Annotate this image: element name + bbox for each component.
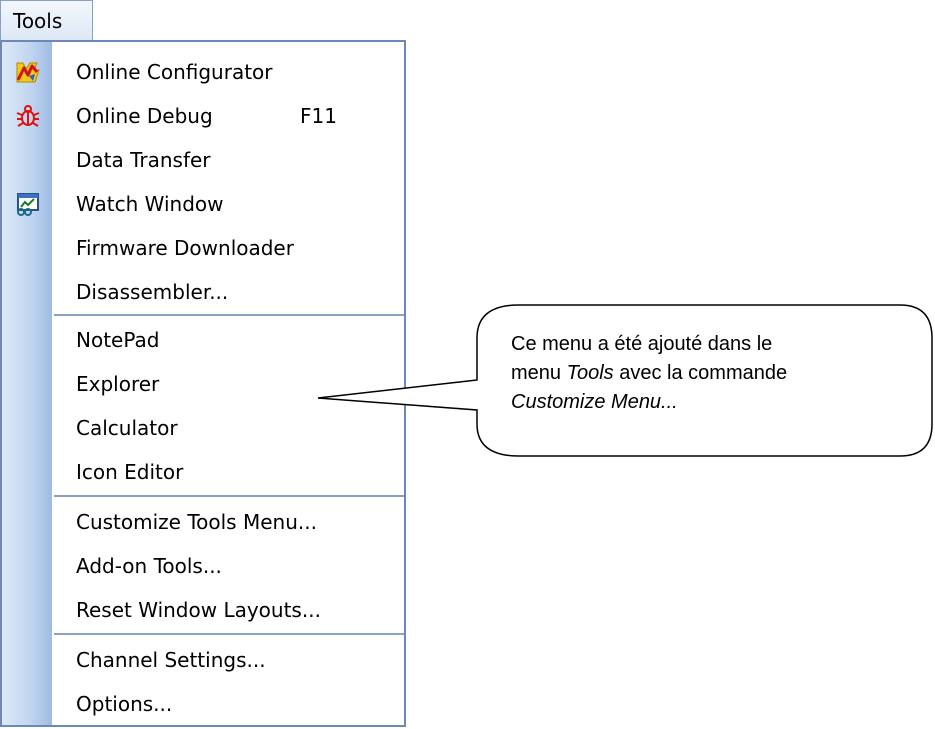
callout-line-2-emphasis: Tools — [566, 362, 614, 384]
menu-item-online-configurator[interactable]: Online Configurator — [2, 50, 404, 94]
bug-icon — [15, 104, 41, 128]
watch-window-icon — [15, 192, 41, 216]
callout-line-2-prefix: menu — [511, 362, 567, 384]
tools-menu-tab[interactable]: Tools — [0, 0, 93, 41]
callout-line-2-suffix: avec la commande — [613, 362, 788, 384]
menu-item-label: Online Configurator — [76, 60, 273, 84]
callout-line-1: Ce menu a été ajouté dans le — [511, 333, 773, 355]
menu-item-label: Calculator — [76, 416, 178, 440]
menu-separator — [54, 314, 404, 316]
menu-item-explorer[interactable]: Explorer — [2, 362, 404, 406]
menu-item-label: Add-on Tools... — [76, 554, 222, 578]
callout-text: Ce menu a été ajouté dans le menu Tools … — [511, 330, 911, 417]
menu-separator — [54, 633, 404, 635]
menu-item-channel-settings[interactable]: Channel Settings... — [2, 638, 404, 682]
menu-item-shortcut: F11 — [300, 104, 337, 128]
menu-item-calculator[interactable]: Calculator — [2, 406, 404, 450]
menu-item-customize-tools-menu[interactable]: Customize Tools Menu... — [2, 500, 404, 544]
callout-line-2: menu Tools avec la commande — [511, 359, 911, 388]
menu-item-options[interactable]: Options... — [2, 682, 404, 726]
menu-item-label: Data Transfer — [76, 148, 211, 172]
callout-line-3: Customize Menu... — [511, 388, 911, 417]
tools-dropdown-menu: Online Configurator Online Debug F11 Dat… — [0, 40, 406, 727]
menu-item-label: Firmware Downloader — [76, 236, 294, 260]
menu-item-watch-window[interactable]: Watch Window — [2, 182, 404, 226]
menu-item-label: Options... — [76, 692, 173, 716]
menu-item-label: NotePad — [76, 328, 160, 352]
menu-item-label: Online Debug — [76, 104, 213, 128]
online-configurator-icon — [15, 60, 41, 84]
menu-item-firmware-downloader[interactable]: Firmware Downloader — [2, 226, 404, 270]
menu-item-label: Watch Window — [76, 192, 224, 216]
callout-line-3-emphasis: Customize Menu... — [511, 391, 678, 413]
menu-item-online-debug[interactable]: Online Debug F11 — [2, 94, 404, 138]
menu-item-reset-window-layouts[interactable]: Reset Window Layouts... — [2, 588, 404, 632]
menu-item-label: Channel Settings... — [76, 648, 266, 672]
menu-item-add-on-tools[interactable]: Add-on Tools... — [2, 544, 404, 588]
menu-item-label: Disassembler... — [76, 280, 229, 304]
menu-item-label: Explorer — [76, 372, 160, 396]
menu-separator — [54, 495, 404, 497]
menu-item-label: Customize Tools Menu... — [76, 510, 317, 534]
menu-item-notepad[interactable]: NotePad — [2, 318, 404, 362]
menu-item-label: Reset Window Layouts... — [76, 598, 321, 622]
tools-menu-tab-label: Tools — [13, 9, 63, 33]
menu-item-label: Icon Editor — [76, 460, 184, 484]
menu-item-data-transfer[interactable]: Data Transfer — [2, 138, 404, 182]
menu-item-disassembler[interactable]: Disassembler... — [2, 270, 404, 314]
menu-item-icon-editor[interactable]: Icon Editor — [2, 450, 404, 494]
